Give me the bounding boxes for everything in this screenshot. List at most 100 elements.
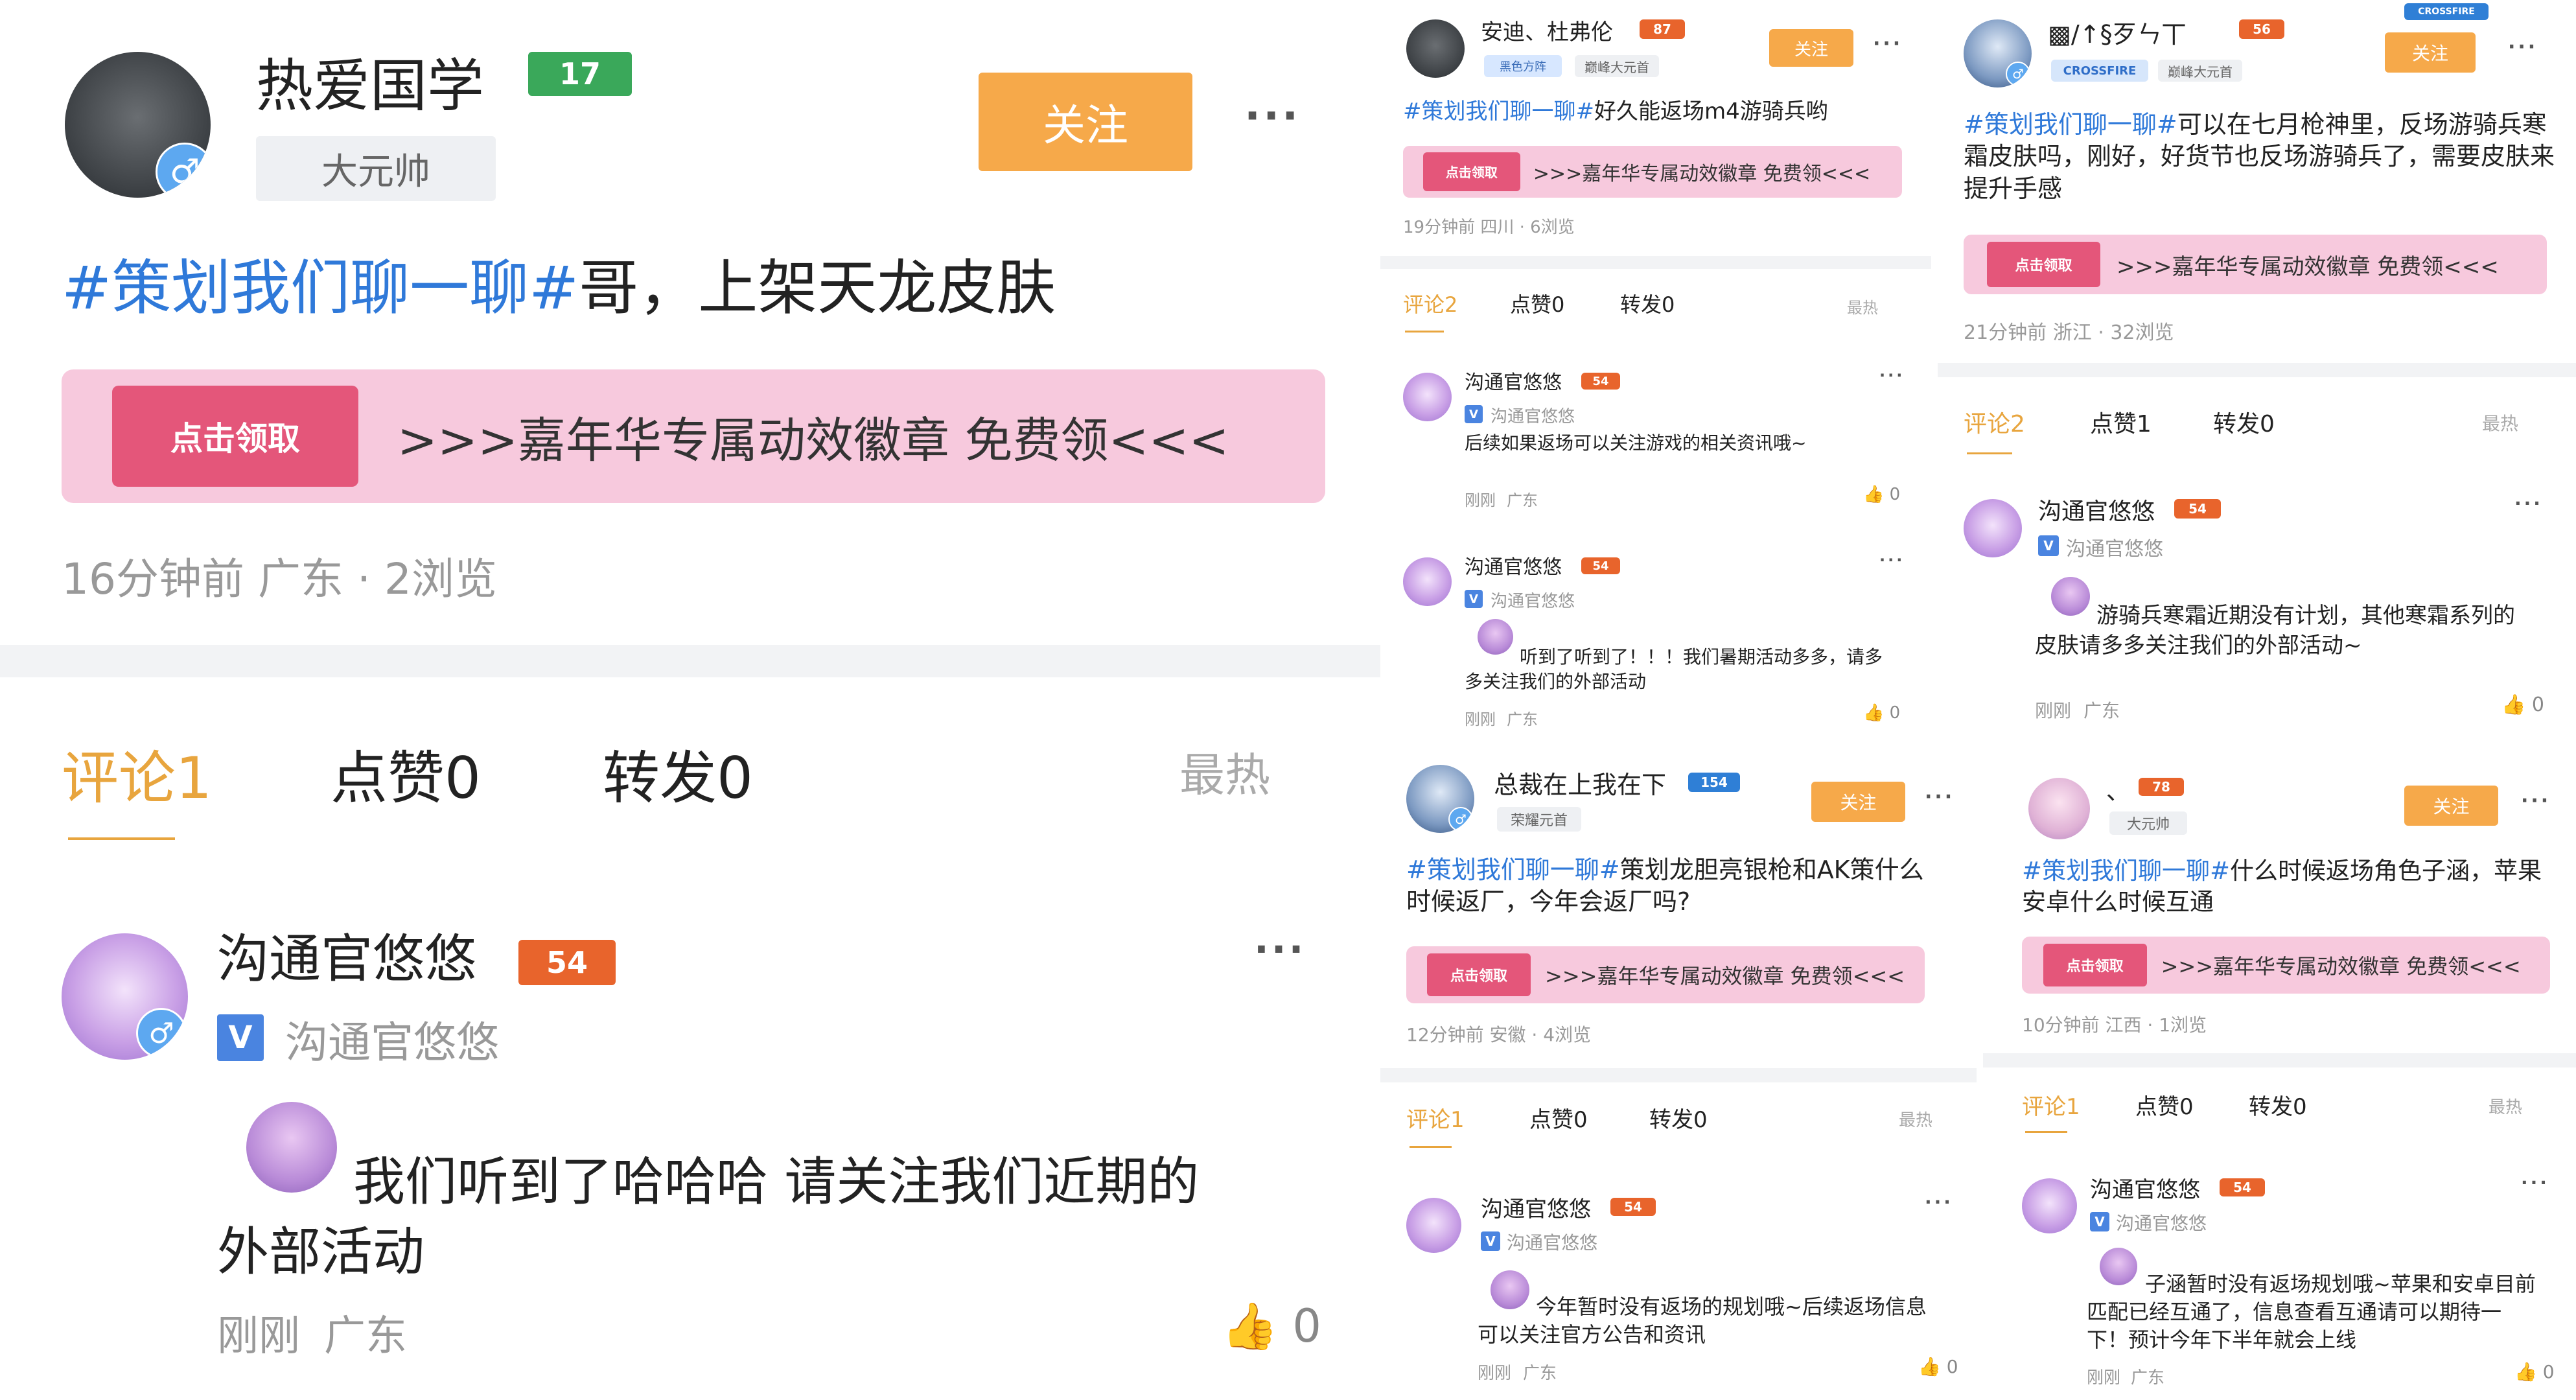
thumb-up-icon[interactable]: 👍 0 [1222,1300,1321,1353]
verified-v-icon: V [1481,1231,1500,1251]
follow-button[interactable]: 关注 [2404,786,2498,826]
promo-banner[interactable]: 点击领取 >>>嘉年华专属动效徽章 免费领<<< [62,369,1325,503]
thumb-up-icon[interactable]: 👍 0 [2501,694,2544,716]
post-body: 哥，上架天龙皮肤 [579,253,1056,323]
commenter-name[interactable]: 沟通官悠悠 [1481,1191,1591,1223]
more-icon[interactable]: ··· [1879,366,1905,384]
commenter-avatar[interactable]: ♂ [62,933,188,1060]
tab-likes[interactable]: 点赞0 [1529,1102,1588,1134]
active-tab-indicator [2025,1131,2067,1133]
more-icon[interactable]: ··· [1925,786,1955,808]
promo-banner[interactable]: 点击领取 >>>嘉年华专属动效徽章 免费领<<< [1406,946,1925,1003]
sort-icon[interactable]: 最热 [1179,739,1270,804]
post-content: #策划我们聊一聊#哥，上架天龙皮肤 [62,250,1325,327]
hashtag-link[interactable]: #策划我们聊一聊# [62,253,579,323]
author-name[interactable]: ▩/↑§歹ㄣ丅 [2048,14,2187,50]
thumb-up-icon[interactable]: 👍 0 [1863,703,1900,723]
tab-forwards[interactable]: 转发0 [2213,405,2275,439]
author-avatar[interactable]: ♂ [1406,765,1474,833]
commenter-name[interactable]: 沟通官悠悠 [2038,493,2155,526]
tab-likes[interactable]: 点赞0 [2135,1089,2194,1121]
tab-likes[interactable]: 点赞0 [1510,288,1564,318]
rank-badge: 巅峰大元首 [1575,55,1659,77]
more-icon[interactable]: ··· [1879,551,1905,569]
commenter-avatar[interactable] [1964,499,2022,557]
commenter-avatar[interactable] [1406,1198,1461,1253]
more-icon[interactable]: ··· [2521,1172,2549,1193]
sort-icon[interactable]: 最热 [2489,1094,2522,1118]
gender-male-icon: ♂ [1448,807,1473,832]
author-avatar[interactable] [1406,19,1465,78]
post-meta: 16分钟前 广东 · 2浏览 [62,554,497,604]
commenter-name[interactable]: 沟通官悠悠 [2090,1172,2200,1204]
sort-icon[interactable]: 最热 [1847,295,1878,318]
tab-forwards[interactable]: 转发0 [1620,288,1675,318]
like-count: 0 [1946,1356,1958,1377]
follow-button[interactable]: 关注 [1769,29,1853,67]
commenter-avatar[interactable] [2022,1178,2077,1233]
post-meta: 19分钟前 四川 · 6浏览 [1403,218,1575,237]
claim-hand-icon: 点击领取 [1427,953,1531,997]
more-icon[interactable]: ··· [2514,493,2543,514]
comment-location: 广东 [1507,491,1538,509]
sort-icon[interactable]: 最热 [1899,1107,1932,1131]
tab-forwards[interactable]: 转发0 [603,732,753,815]
comment-time: 刚刚 [2087,1368,2121,1388]
tab-comments[interactable]: 评论1 [1406,1102,1465,1134]
author-avatar[interactable]: ♂ [65,52,211,198]
more-icon[interactable]: ··· [1873,32,1903,55]
hashtag-link[interactable]: #策划我们聊一聊# [1406,856,1620,884]
tab-comments[interactable]: 评论2 [1964,405,2025,439]
author-avatar[interactable]: ♂ [1964,19,2032,88]
author-avatar[interactable] [2028,778,2090,839]
follow-button[interactable]: 关注 [1811,782,1905,822]
promo-banner[interactable]: 点击领取 >>>嘉年华专属动效徽章 免费领<<< [1403,146,1902,198]
tab-forwards[interactable]: 转发0 [1649,1102,1708,1134]
comment-text: 听到了听到了！！！我们暑期活动多多，请多多关注我们的外部活动 [1465,646,1883,692]
hashtag-link[interactable]: #策划我们聊一聊# [2022,857,2230,885]
level-badge: 17 [528,52,632,96]
commenter-name[interactable]: 沟通官悠悠 [1465,366,1562,395]
level-badge: 54 [1610,1198,1656,1216]
commenter-avatar[interactable] [1403,373,1452,421]
banner-text: >>>嘉年华专属动效徽章 免费领<<< [1533,163,1871,185]
follow-button[interactable]: 关注 [2385,32,2476,73]
hashtag-link[interactable]: #策划我们聊一聊# [1964,110,2177,139]
author-name[interactable]: 、 [2106,773,2129,806]
claim-hand-icon: 点击领取 [1422,152,1520,192]
more-icon[interactable]: ··· [2521,789,2551,812]
comment-time: 刚刚 [2035,700,2072,721]
level-badge: 54 [518,940,616,985]
official-title: 沟通官悠悠 [285,1018,499,1068]
commenter-name[interactable]: 沟通官悠悠 [217,917,476,992]
more-icon[interactable]: ··· [2508,36,2538,58]
promo-banner[interactable]: 点击领取 >>>嘉年华专属动效徽章 免费领<<< [1964,235,2547,294]
author-name[interactable]: 热爱国学 [256,40,484,122]
more-icon[interactable]: ··· [1925,1191,1953,1213]
tab-comments[interactable]: 评论2 [1403,288,1457,318]
author-name[interactable]: 总裁在上我在下 [1494,765,1666,800]
thumb-up-icon[interactable]: 👍 0 [1863,485,1900,504]
banner-text: >>>嘉年华专属动效徽章 免费领<<< [397,412,1229,469]
commenter-avatar[interactable] [1403,557,1452,606]
thumb-up-icon[interactable]: 👍 0 [2514,1361,2555,1382]
author-name[interactable]: 安迪、杜弗伦 [1481,14,1613,46]
tab-comments[interactable]: 评论1 [62,732,212,815]
tab-forwards[interactable]: 转发0 [2249,1089,2307,1121]
follow-button[interactable]: 关注 [979,73,1192,171]
panel-post-5: 、 78 大元帅 关注 ··· #策划我们聊一聊#什么时候返场角色子涵，苹果安卓… [1983,758,2576,1400]
hashtag-link[interactable]: #策划我们聊一聊# [1403,99,1594,124]
more-icon[interactable]: ··· [1254,927,1306,972]
tab-likes[interactable]: 点赞1 [2090,405,2152,439]
rank-badge: 大元帅 [256,136,496,201]
verified-v-icon: V [2090,1212,2109,1231]
claim-hand-icon: 点击领取 [2043,943,2147,987]
tab-comments[interactable]: 评论1 [2022,1089,2080,1121]
commenter-name[interactable]: 沟通官悠悠 [1465,551,1562,579]
tab-likes[interactable]: 点赞0 [331,732,481,815]
more-icon[interactable]: ··· [1244,91,1301,141]
thumb-up-icon[interactable]: 👍 0 [1918,1356,1958,1377]
promo-banner[interactable]: 点击领取 >>>嘉年华专属动效徽章 免费领<<< [2022,937,2550,994]
active-tab-indicator [68,837,175,840]
sort-icon[interactable]: 最热 [2482,410,2518,436]
